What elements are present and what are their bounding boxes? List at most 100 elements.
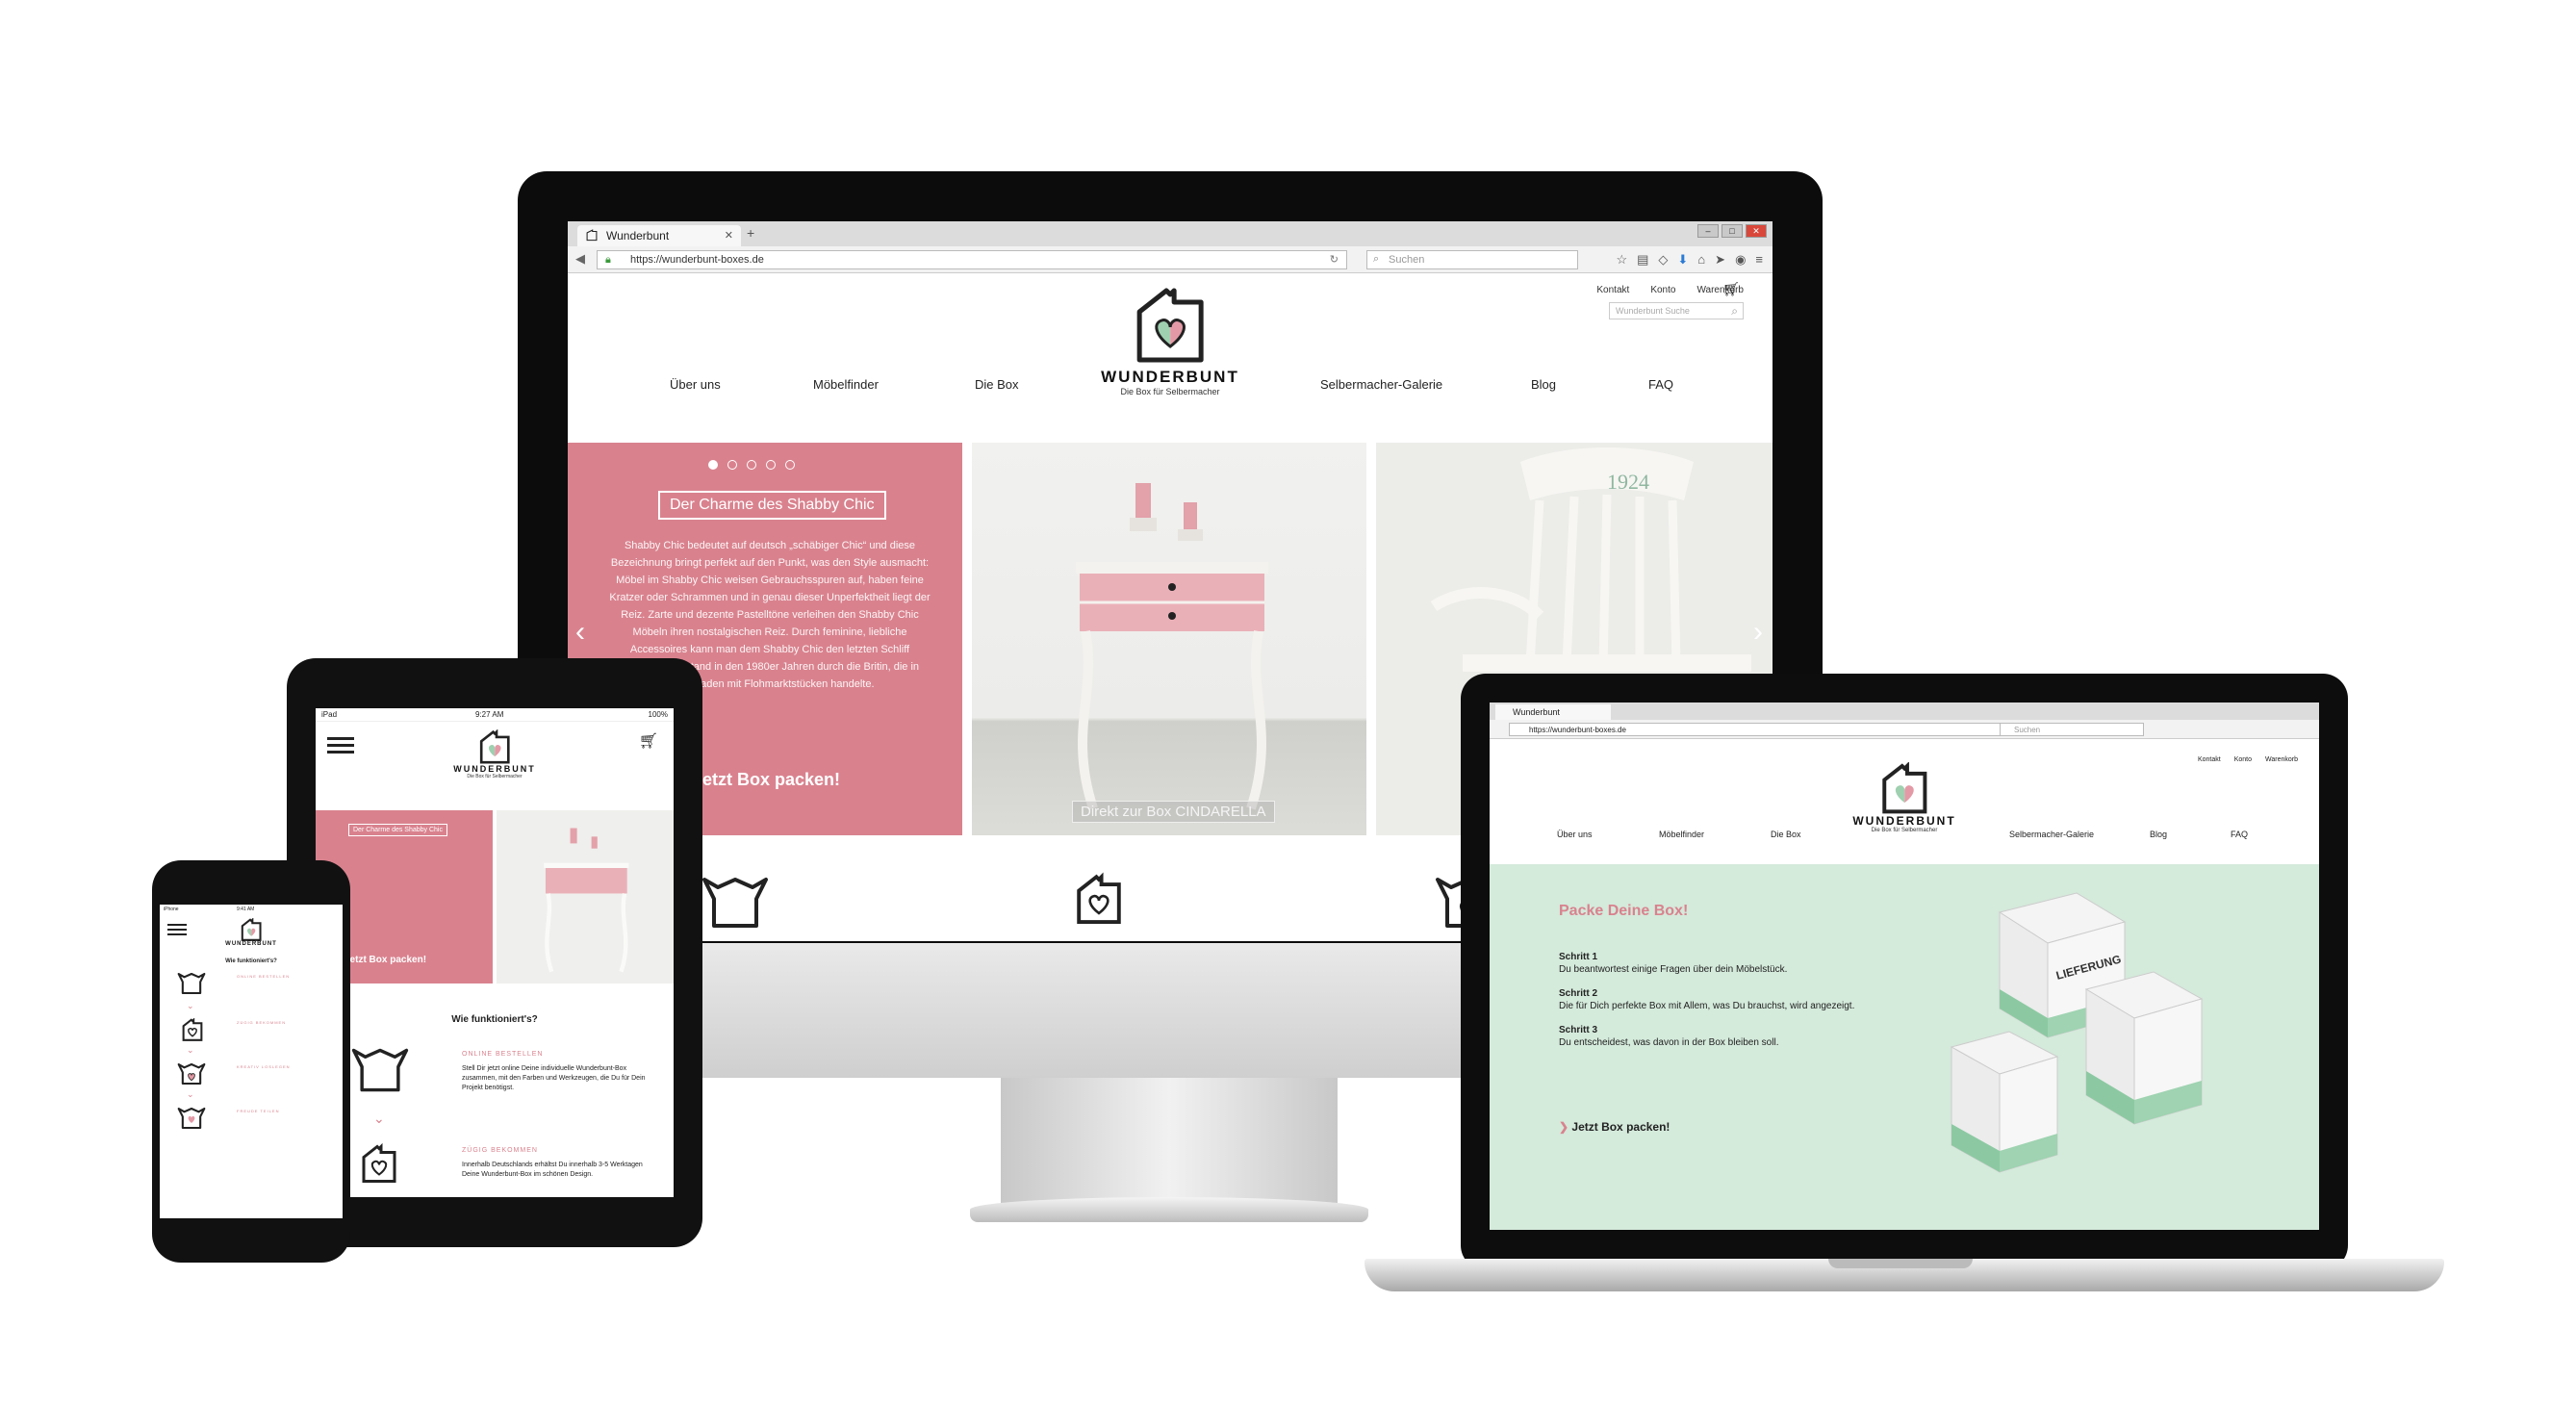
close-window-icon[interactable]: ✕ (1746, 224, 1767, 238)
pack-box-section: Packe Deine Box! Schritt 1 Du beantworte… (1490, 864, 2319, 1230)
photo-side-table[interactable]: Direkt zur Box CINDARELLA (972, 443, 1366, 835)
tablet-step-icon-order (350, 1047, 410, 1093)
phone-step3-title: KREATIV LOSLEGEN (237, 1064, 291, 1069)
phone-chevron-down-icon-1: ⌄ (187, 1001, 194, 1010)
chair-number: 1924 (1607, 470, 1649, 494)
home-icon[interactable]: ⌂ (1697, 252, 1705, 268)
browser-search-box[interactable]: ⌕ Suchen (1366, 250, 1578, 269)
tablet-logo-tagline: Die Box für Selbermacher (467, 774, 523, 779)
tablet-status-device: iPad (321, 710, 338, 719)
tablet-step2-text: Innerhalb Deutschlands erhältst Du inner… (462, 1162, 643, 1178)
browser-tab[interactable]: Wunderbunt ✕ (577, 225, 741, 246)
tablet-step1-text: Stell Dir jetzt online Deine individuell… (462, 1065, 646, 1091)
slider-prev-arrow-icon[interactable]: ‹ (575, 616, 585, 649)
address-bar[interactable]: 🔒︎ https://wunderbunt-boxes.de ↻ (597, 250, 1347, 269)
phone-how-heading: Wie funktioniert's? (225, 958, 277, 964)
bookmark-star-icon[interactable]: ☆ (1616, 252, 1627, 268)
cart-icon[interactable]: 🛒︎ (1722, 281, 1740, 297)
minimize-icon[interactable]: – (1697, 224, 1719, 238)
phone-logo[interactable]: WUNDERBUNT (225, 918, 277, 947)
laptop-link-warenkorb[interactable]: Warenkorb (2265, 756, 2298, 763)
clipboard-icon[interactable]: ▤ (1637, 252, 1648, 268)
tablet-photo-side-table[interactable] (497, 810, 674, 984)
slider-dot-4[interactable] (766, 460, 776, 470)
slide-cta-link[interactable]: Jetzt Box packen! (693, 770, 840, 790)
tablet-chevron-down-icon: ⌄ (373, 1111, 385, 1126)
laptop-nav-die-box[interactable]: Die Box (1771, 830, 1801, 839)
maximize-icon[interactable]: □ (1722, 224, 1743, 238)
step-2-title: Schritt 2 (1559, 988, 1598, 999)
window-controls: – □ ✕ (1697, 224, 1767, 238)
download-icon[interactable]: ⬇ (1677, 252, 1688, 268)
new-tab-icon[interactable]: + (747, 225, 754, 241)
phone-step-icon-share (177, 1107, 206, 1130)
send-icon[interactable]: ➤ (1715, 252, 1725, 268)
laptop-logo-tagline: Die Box für Selbermacher (1871, 828, 1938, 833)
tablet-logo[interactable]: WUNDERBUNT Die Box für Selbermacher (453, 729, 536, 779)
tablet-cta-link[interactable]: Jetzt Box packen! (344, 955, 426, 965)
photo-caption-link[interactable]: Direkt zur Box CINDARELLA (1072, 801, 1275, 823)
hamburger-menu-icon[interactable] (327, 737, 354, 757)
browser-search-placeholder: Suchen (1389, 254, 1425, 266)
laptop-screen: Wunderbunt https://wunderbunt-boxes.de S… (1490, 702, 2319, 1230)
site-search-icon[interactable]: ⌕ (1731, 304, 1738, 319)
phone-step2-title: ZÜGIG BEKOMMEN (237, 1020, 287, 1025)
site-logo[interactable]: WUNDERBUNT Die Box für Selbermacher (1101, 285, 1239, 396)
tablet-step-icon-box (360, 1143, 398, 1184)
laptop-search-placeholder: Suchen (2014, 726, 2041, 734)
phone-status-bar: iPhone 9:41 AM (160, 905, 343, 914)
slider-dot-2[interactable] (727, 460, 737, 470)
laptop-cta-link[interactable]: ❯ Jetzt Box packen! (1559, 1120, 1670, 1134)
chevron-right-icon: ❯ (1559, 1120, 1572, 1134)
extension-icon[interactable]: ◉ (1735, 252, 1746, 268)
logo-tagline: Die Box für Selbermacher (1120, 387, 1220, 396)
tablet-cart-icon[interactable]: 🛒︎ (639, 731, 658, 751)
nav-ueber-uns[interactable]: Über uns (670, 377, 721, 392)
tablet-status-bar: iPad 9:27 AM 100% (316, 708, 674, 722)
close-tab-icon[interactable]: ✕ (725, 229, 733, 242)
laptop-nav-faq[interactable]: FAQ (2231, 830, 2248, 839)
laptop-nav-blog[interactable]: Blog (2150, 830, 2167, 839)
laptop-browser-tab[interactable]: Wunderbunt (1495, 704, 1611, 720)
nav-die-box[interactable]: Die Box (975, 377, 1019, 392)
top-link-kontakt[interactable]: Kontakt (1596, 285, 1629, 295)
top-link-konto[interactable]: Konto (1650, 285, 1675, 295)
browser-tab-title: Wunderbunt (606, 229, 670, 243)
laptop-nav-moebelfinder[interactable]: Möbelfinder (1659, 830, 1704, 839)
laptop-address-url: https://wunderbunt-boxes.de (1529, 726, 1626, 734)
slider-dot-5[interactable] (785, 460, 795, 470)
reload-icon[interactable]: ↻ (1330, 253, 1339, 266)
tablet-slide-title: Der Charme des Shabby Chic (348, 824, 447, 836)
step-2-text: Die für Dich perfekte Box mit Allem, was… (1559, 1001, 1855, 1011)
nav-blog[interactable]: Blog (1531, 377, 1556, 392)
tablet-status-time: 9:27 AM (475, 710, 504, 719)
tablet-box-heart-icon (477, 729, 512, 764)
tablet-how-heading: Wie funktioniert's? (451, 1014, 538, 1025)
site-search-input[interactable]: Wunderbunt Suche ⌕ (1609, 302, 1744, 319)
imac-stand-base (970, 1197, 1368, 1222)
pocket-icon[interactable]: ◇ (1658, 252, 1668, 268)
back-arrow-icon[interactable]: ◀ (575, 251, 585, 267)
box-heart-icon (1132, 285, 1209, 364)
laptop-nav-ueber-uns[interactable]: Über uns (1557, 830, 1593, 839)
slider-next-arrow-icon[interactable]: › (1753, 616, 1763, 649)
slider-dot-3[interactable] (747, 460, 756, 470)
nav-faq[interactable]: FAQ (1648, 377, 1673, 392)
imac-stand (1001, 1078, 1338, 1203)
laptop-site-logo[interactable]: WUNDERBUNT Die Box für Selbermacher (1852, 762, 1955, 833)
tablet-screen: iPad 9:27 AM 100% 🛒︎ WUNDERBUNT Die Box … (316, 708, 674, 1197)
laptop-nav-galerie[interactable]: Selbermacher-Galerie (2009, 830, 2094, 839)
slider-dot-1[interactable] (708, 460, 718, 470)
step-icon-order (701, 876, 770, 930)
step-3-title: Schritt 3 (1559, 1025, 1598, 1035)
browser-tabbar: Wunderbunt ✕ + – □ ✕ (568, 221, 1773, 246)
laptop-search-box[interactable]: Suchen (2000, 723, 2144, 736)
address-bar-url: https://wunderbunt-boxes.de (630, 254, 764, 266)
laptop-address-bar[interactable]: https://wunderbunt-boxes.de (1509, 723, 2009, 736)
menu-icon[interactable]: ≡ (1755, 252, 1763, 268)
phone-hamburger-icon[interactable] (167, 924, 187, 939)
laptop-link-konto[interactable]: Konto (2234, 756, 2252, 763)
laptop-link-kontakt[interactable]: Kontakt (2198, 756, 2221, 763)
nav-moebelfinder[interactable]: Möbelfinder (813, 377, 879, 392)
nav-galerie[interactable]: Selbermacher-Galerie (1320, 377, 1442, 392)
